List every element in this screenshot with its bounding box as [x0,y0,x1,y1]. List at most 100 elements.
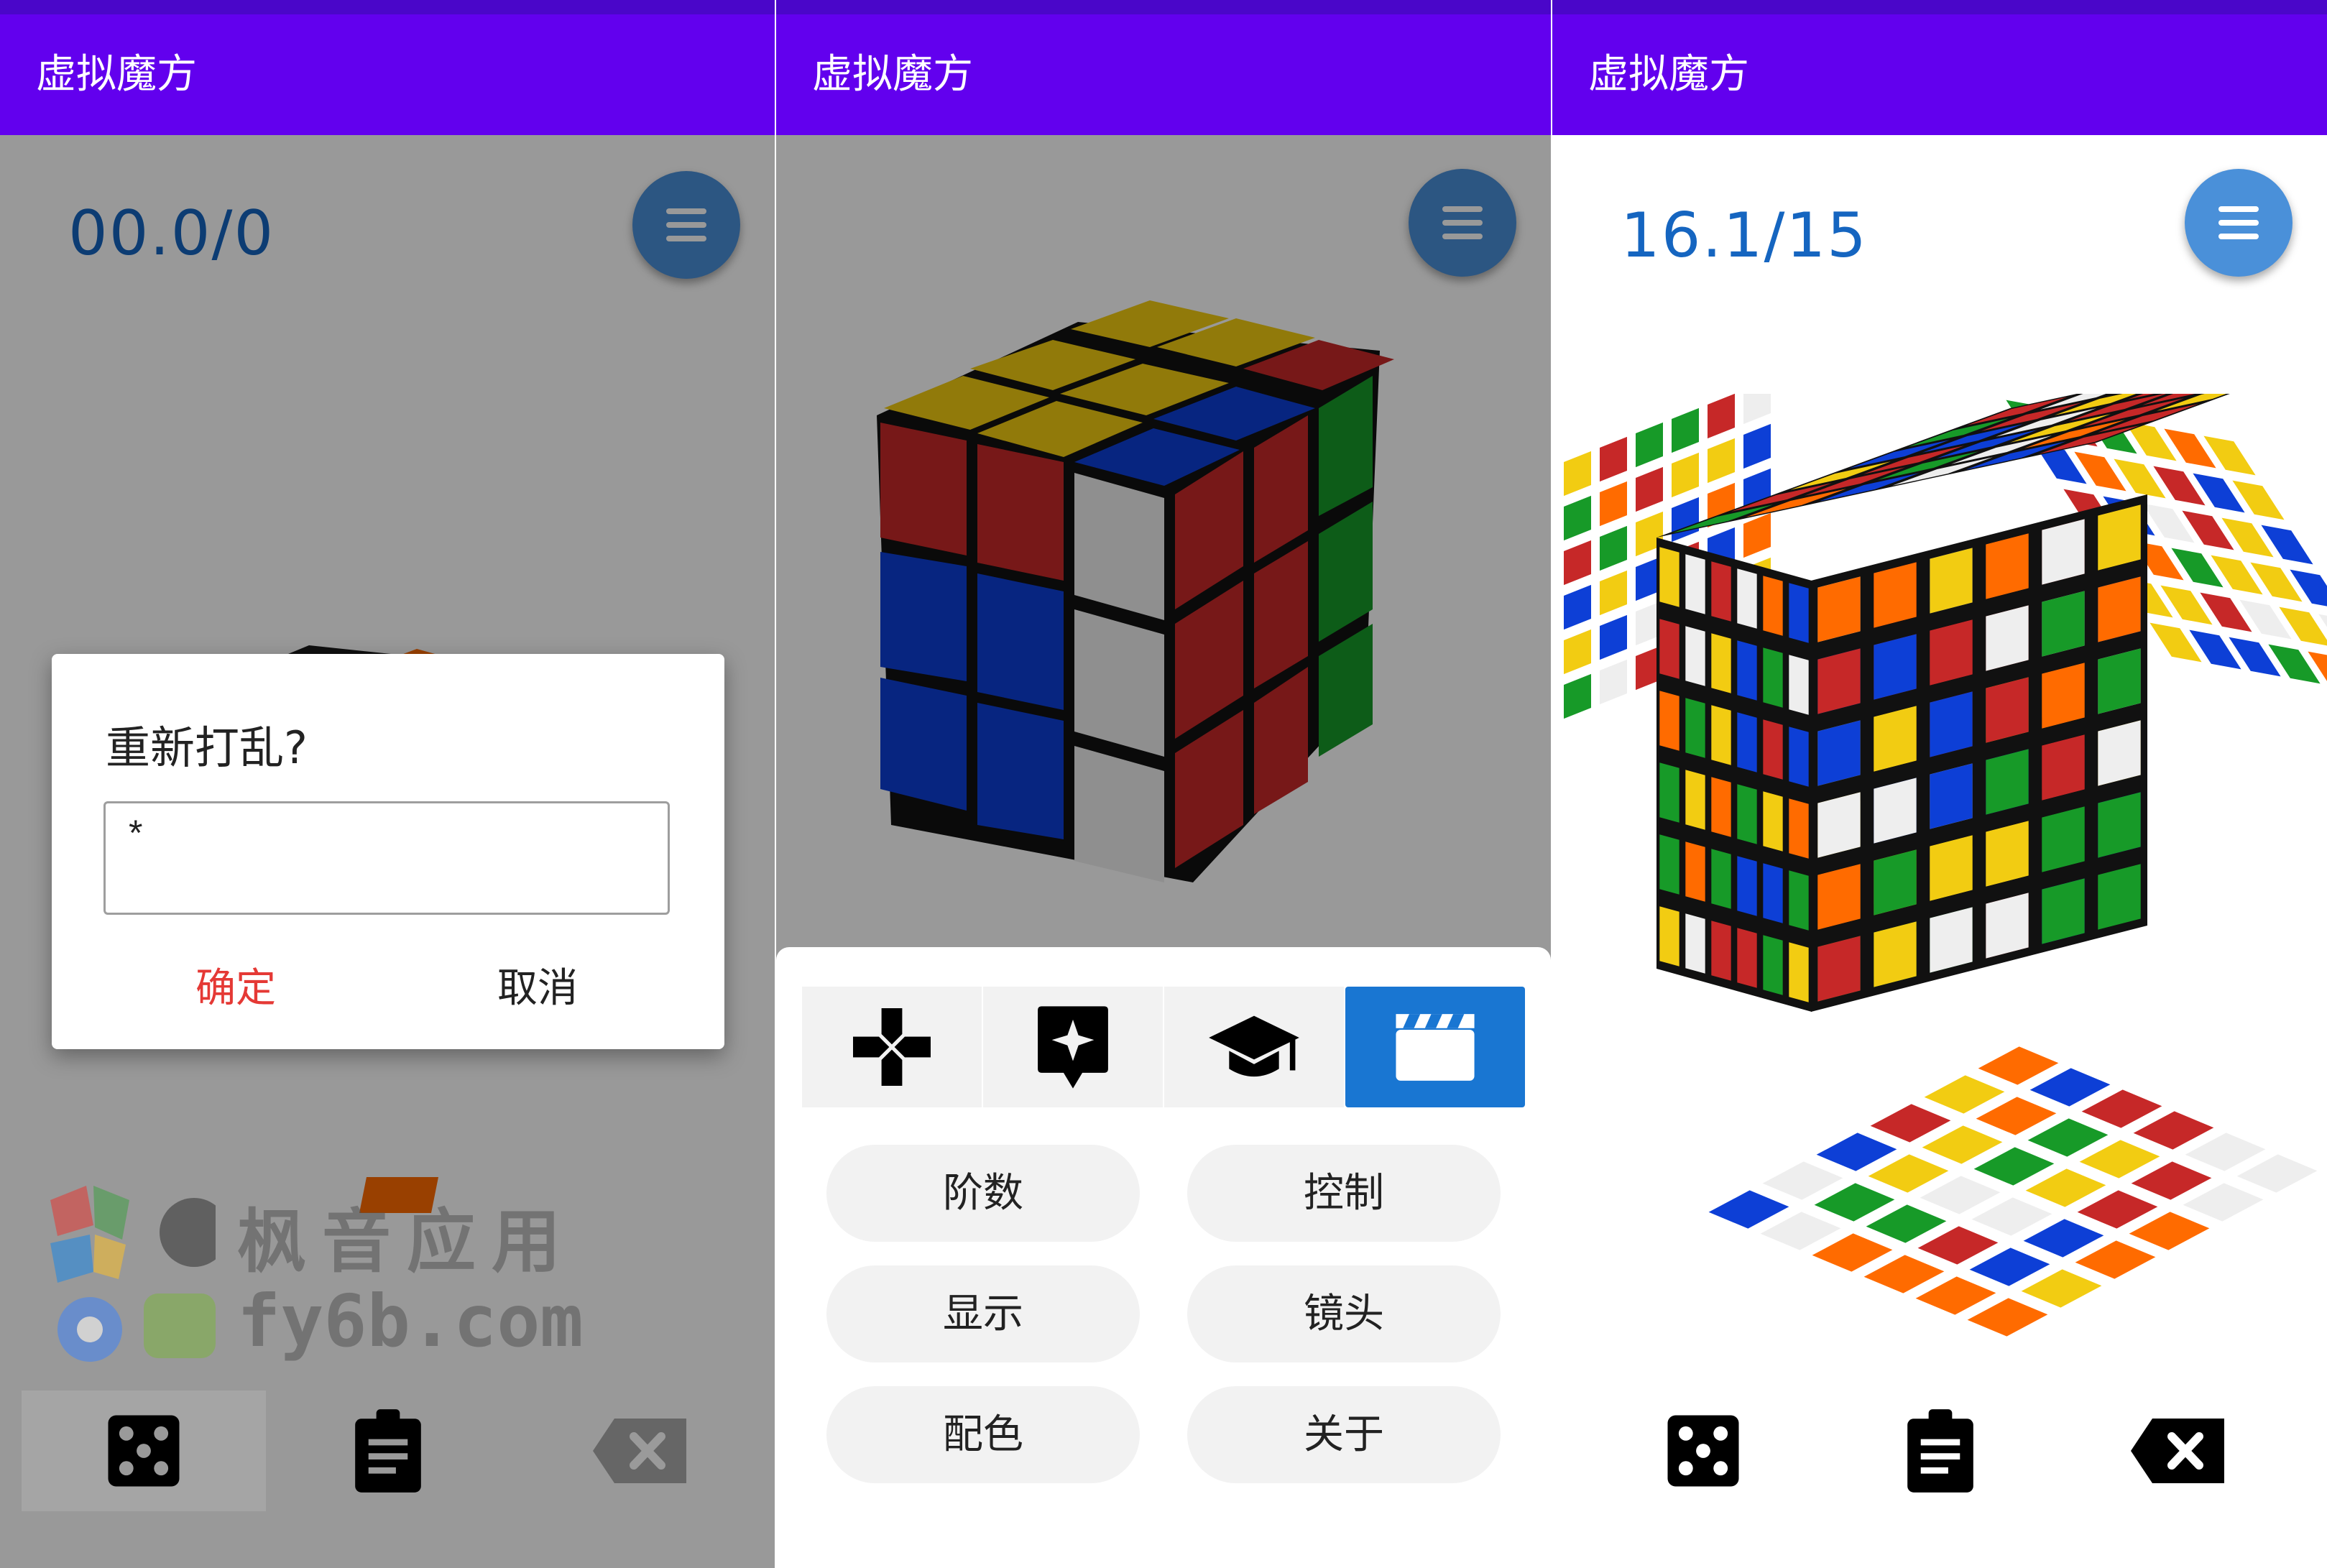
sticker [1973,1147,2055,1186]
sticker [1672,497,1699,543]
sticker [1743,423,1771,469]
sticker [1874,706,1917,772]
sticker [1789,942,1809,1002]
cube-area[interactable]: 16.1/15 [1552,135,2327,1568]
sticker [1711,705,1731,765]
sticker [1743,394,1771,425]
cube-front [1811,494,2147,1012]
sticker [1600,614,1627,660]
menu-button[interactable] [2185,169,2293,277]
sticker [2098,648,2141,714]
sticker [2042,806,2085,872]
sticker [1737,568,1757,629]
tab-play[interactable] [802,987,982,1107]
sticker [2239,599,2292,640]
sticker [1986,605,2029,671]
sticker [1763,647,1783,708]
sticker [2042,734,2085,801]
sticker [2027,1118,2109,1157]
scramble-input[interactable]: * [103,801,670,915]
sticker [2081,1089,2162,1128]
tab-demo[interactable] [1345,987,1525,1107]
sticker [1711,849,1731,909]
sticker [1986,821,2029,887]
sticker [1659,619,1679,679]
sticker [1874,778,1917,844]
sticker [1708,394,1735,439]
option-display[interactable]: 显示 [826,1265,1140,1362]
sticker [2098,792,2141,858]
sticker [1930,691,1973,757]
status-strip [1552,0,2327,14]
undo-button[interactable] [2077,1391,2278,1511]
watermark-title: 枫音应用 [237,1202,576,1282]
sticker [1659,906,1679,967]
scramble-button[interactable] [22,1391,266,1511]
sticker [1685,913,1705,974]
sticker [1924,1075,2005,1114]
sticker [1711,777,1731,837]
sticker [1659,762,1679,823]
cancel-button[interactable]: 取消 [497,956,578,1014]
tab-effects[interactable] [983,987,1163,1107]
app-title: 虚拟魔方 [812,51,973,98]
dice-icon [108,1415,180,1487]
option-colors[interactable]: 配色 [826,1386,1140,1483]
sticker [2142,503,2195,543]
cube-front-left [1656,538,1812,1012]
sticker [2098,864,2141,930]
sticker [1737,640,1757,701]
sticker [1930,548,1973,614]
option-control[interactable]: 控制 [1187,1145,1501,1242]
sticker [2171,548,2224,588]
sticker [1868,1154,1949,1193]
sticker [1874,562,1917,628]
option-camera[interactable]: 镜头 [1187,1265,1501,1362]
undo-button[interactable] [517,1391,762,1511]
sticker [1986,533,2029,599]
sticker [1789,583,1809,643]
sticker [1636,422,1663,468]
sticker [2133,1111,2214,1150]
sticker [2193,473,2245,513]
sticker [1915,1276,1996,1315]
scramble-button[interactable] [1603,1391,1804,1511]
sticker [1967,1298,2048,1337]
sticker [1817,792,1861,858]
option-about[interactable]: 关于 [1187,1386,1501,1483]
sticker [1986,677,2029,743]
sticker [1763,719,1783,780]
sticker [2042,591,2085,657]
sticker [2042,519,2085,585]
sticker [1659,834,1679,895]
sticker [1816,1133,1897,1171]
sticker [1564,584,1591,630]
sticker [1863,1255,1945,1293]
clipboard-button[interactable] [1840,1391,2041,1511]
sticker [1685,841,1705,902]
sticker [2129,1212,2210,1250]
sticker [1971,1197,2052,1236]
sticker [1969,1248,2050,1286]
watermark-url: fy6b.com [237,1279,584,1363]
confirm-button[interactable]: 确定 [195,956,276,1014]
sticker [1708,1190,1789,1229]
sticker [2236,1154,2318,1193]
sticker [1789,870,1809,931]
clipboard-button[interactable] [266,1391,510,1511]
sticker [2098,576,2141,642]
sticker [1711,633,1731,693]
clapperboard-icon [1396,1013,1475,1081]
sticker [1920,1176,2001,1214]
sticker [1814,1183,1895,1222]
tab-learn[interactable] [1164,987,1344,1107]
status-strip [776,0,1551,14]
app-title: 虚拟魔方 [36,51,197,98]
cube-6x6[interactable] [1552,394,2327,1400]
sticker [1659,691,1679,751]
sticker [2114,458,2166,499]
sticker [1874,634,1917,700]
sticker [1636,466,1663,512]
sticker [1659,547,1679,607]
option-order[interactable]: 阶数 [826,1145,1140,1242]
